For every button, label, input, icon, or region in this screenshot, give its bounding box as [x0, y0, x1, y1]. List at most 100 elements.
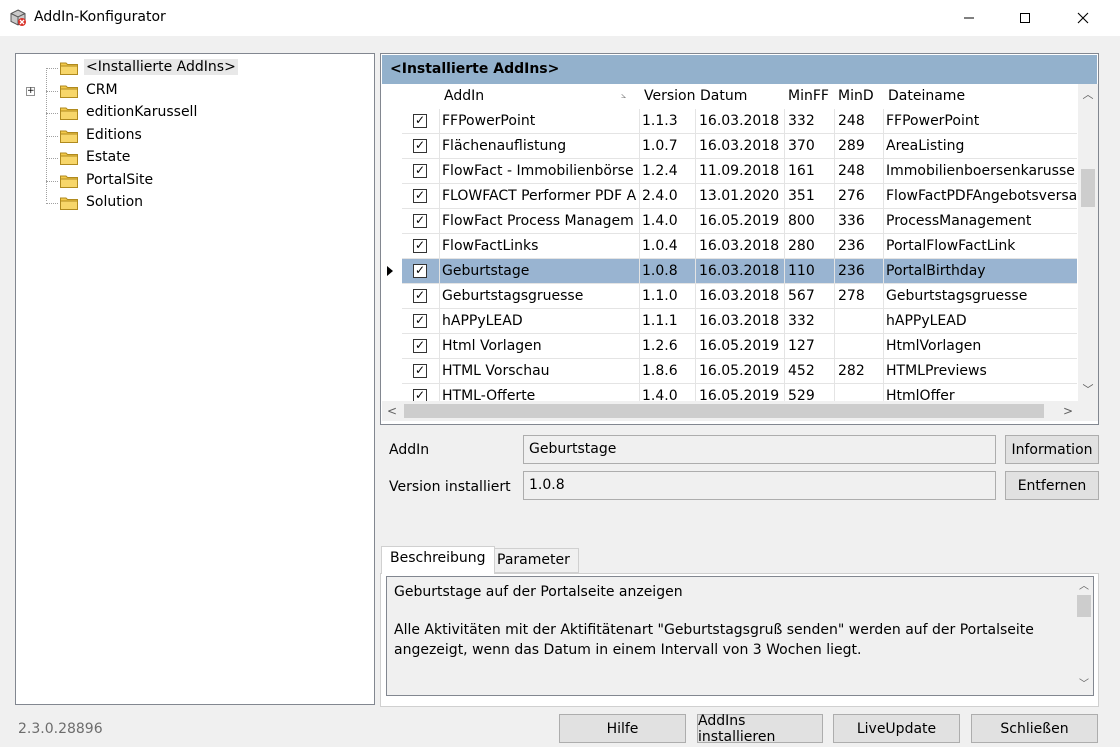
vertical-scroll-thumb[interactable]: [1081, 169, 1095, 207]
cell-minff: 529: [788, 388, 815, 401]
entfernen-button[interactable]: Entfernen: [1005, 471, 1099, 500]
enabled-checkbox[interactable]: ✓: [413, 214, 427, 228]
liveupdate-button[interactable]: LiveUpdate: [833, 714, 960, 743]
desc-scroll-thumb[interactable]: [1077, 595, 1091, 617]
cell-version: 1.1.0: [642, 288, 678, 304]
cell-mind: 248: [838, 163, 865, 179]
cell-version: 1.8.6: [642, 363, 678, 379]
column-header-addin[interactable]: AddIn: [444, 88, 484, 104]
column-separator: [639, 184, 640, 209]
table-row[interactable]: ✓ FlowFact - Immobilienbörse 1.2.4 11.09.20…: [382, 159, 1079, 184]
cell-minff: 370: [788, 138, 815, 154]
cell-datum: 16.05.2019: [699, 213, 780, 229]
grid-horizontal-scrollbar[interactable]: < >: [382, 401, 1079, 421]
tree-connector-line: [46, 135, 58, 137]
folder-icon: [60, 107, 78, 120]
enabled-checkbox[interactable]: ✓: [413, 239, 427, 253]
column-separator: [439, 184, 440, 209]
enabled-checkbox[interactable]: ✓: [413, 364, 427, 378]
enabled-checkbox[interactable]: ✓: [413, 189, 427, 203]
table-row[interactable]: ✓ Geburtstagsgruesse 1.1.0 16.03.2018 567 278…: [382, 284, 1079, 309]
column-header-datum[interactable]: Datum: [700, 88, 747, 104]
tab-parameter[interactable]: Parameter: [488, 548, 579, 573]
title-bar[interactable]: AddIn-Konfigurator: [0, 0, 1120, 36]
table-row[interactable]: ✓ HTML Vorschau 1.8.6 16.05.2019 452 282 HTMLP…: [382, 359, 1079, 384]
addin-grid[interactable]: <Installierte AddIns> AddIn ⦣ Version Da…: [380, 53, 1099, 425]
enabled-checkbox[interactable]: ✓: [413, 389, 427, 401]
table-row[interactable]: ✓ FlowFact Process Managem 1.4.0 16.05.2019…: [382, 209, 1079, 234]
column-header-dateiname[interactable]: Dateiname: [888, 88, 965, 104]
enabled-checkbox[interactable]: ✓: [413, 264, 427, 278]
column-separator: [439, 334, 440, 359]
cell-dateiname: HTMLPreviews: [886, 363, 987, 379]
addin-configurator-window: AddIn-Konfigurator <Installierte AddIns>…: [0, 0, 1120, 747]
description-textbox[interactable]: Geburtstage auf der Portalseite anzeigen…: [386, 576, 1094, 696]
table-row[interactable]: ✓ FlowFactLinks 1.0.4 16.03.2018 280 236 Porta…: [382, 234, 1079, 259]
cell-version: 1.1.1: [642, 313, 678, 329]
addin-category-tree[interactable]: <Installierte AddIns> + CRM editionKarussel…: [15, 53, 375, 705]
enabled-checkbox[interactable]: ✓: [413, 339, 427, 353]
tree-connector-line: [46, 68, 58, 69]
column-header-minff[interactable]: MinFF: [788, 88, 829, 104]
enabled-checkbox[interactable]: ✓: [413, 164, 427, 178]
table-row[interactable]: ✓ Geburtstage 1.0.8 16.03.2018 110 236 PortalB…: [382, 259, 1079, 284]
table-row[interactable]: ✓ Html Vorlagen 1.2.6 16.05.2019 127 HtmlVorl…: [382, 334, 1079, 359]
information-button[interactable]: Information: [1005, 435, 1099, 464]
column-separator: [834, 384, 835, 401]
folder-icon: [60, 152, 78, 165]
horizontal-scroll-thumb[interactable]: [404, 404, 1044, 418]
tree-item-label[interactable]: Editions: [84, 127, 144, 143]
enabled-checkbox[interactable]: ✓: [413, 139, 427, 153]
close-button[interactable]: [1060, 0, 1106, 36]
desc-scroll-down-icon[interactable]: ﹀: [1075, 677, 1093, 693]
version-installed-field[interactable]: 1.0.8: [523, 471, 996, 500]
scroll-right-icon[interactable]: >: [1058, 401, 1078, 421]
table-row[interactable]: ✓ HTML-Offerte 1.4.0 16.05.2019 529 HtmlOffer: [382, 384, 1079, 401]
scroll-down-icon[interactable]: ﹀: [1078, 381, 1098, 399]
hilfe-button[interactable]: Hilfe: [559, 714, 686, 743]
description-scrollbar[interactable]: ︿ ﹀: [1075, 577, 1093, 695]
expand-icon[interactable]: +: [26, 86, 35, 96]
enabled-checkbox[interactable]: ✓: [413, 289, 427, 303]
enabled-checkbox[interactable]: ✓: [413, 114, 427, 128]
current-row-indicator-icon: [387, 266, 393, 276]
table-row[interactable]: ✓ hAPPyLEAD 1.1.1 16.03.2018 332 hAPPyLEAD: [382, 309, 1079, 334]
desc-scroll-up-icon[interactable]: ︿: [1075, 579, 1093, 595]
folder-icon: [60, 62, 78, 75]
column-separator: [439, 259, 440, 284]
table-row[interactable]: ✓ Flächenauflistung 1.0.7 16.03.2018 370 289 A…: [382, 134, 1079, 159]
cell-minff: 280: [788, 238, 815, 254]
cell-datum: 16.05.2019: [699, 338, 780, 354]
cell-datum: 13.01.2020: [699, 188, 780, 204]
column-header-mind[interactable]: MinD: [838, 88, 874, 104]
table-row[interactable]: ✓ FLOWFACT Performer PDF A 2.4.0 13.01.2020…: [382, 184, 1079, 209]
app-version: 2.3.0.28896: [18, 721, 103, 737]
tree-item-label[interactable]: Estate: [84, 149, 132, 165]
tree-item-label[interactable]: editionKarussell: [84, 104, 199, 120]
tree-item-label[interactable]: CRM: [84, 82, 120, 98]
column-separator: [883, 384, 884, 401]
cell-version: 1.0.4: [642, 238, 678, 254]
column-separator: [639, 234, 640, 259]
cell-minff: 452: [788, 363, 815, 379]
maximize-button[interactable]: [1002, 0, 1048, 36]
table-row[interactable]: ✓ FFPowerPoint 1.1.3 16.03.2018 332 248 FFPowe…: [382, 109, 1079, 134]
tab-beschreibung[interactable]: Beschreibung: [381, 546, 495, 574]
schliessen-button[interactable]: Schließen: [971, 714, 1098, 743]
cell-datum: 11.09.2018: [699, 163, 780, 179]
minimize-button[interactable]: [946, 0, 992, 36]
scroll-up-icon[interactable]: ︿: [1078, 86, 1098, 104]
addin-name-field[interactable]: Geburtstage: [523, 435, 996, 464]
enabled-checkbox[interactable]: ✓: [413, 314, 427, 328]
cell-addin: FlowFact - Immobilienbörse: [442, 163, 634, 179]
grid-vertical-scrollbar[interactable]: ︿ ﹀: [1078, 84, 1098, 401]
tree-item-label[interactable]: Solution: [84, 194, 145, 210]
addins-installieren-button[interactable]: AddIns installieren: [697, 713, 823, 745]
column-header-version[interactable]: Version: [644, 88, 695, 104]
tree-item-label[interactable]: PortalSite: [84, 172, 155, 188]
scroll-left-icon[interactable]: <: [382, 401, 402, 421]
grid-body[interactable]: ✓ FFPowerPoint 1.1.3 16.03.2018 332 248 FFPowe…: [382, 109, 1079, 401]
column-separator: [639, 334, 640, 359]
tree-connector-line: [46, 90, 58, 92]
tree-item-label[interactable]: <Installierte AddIns>: [84, 59, 238, 75]
